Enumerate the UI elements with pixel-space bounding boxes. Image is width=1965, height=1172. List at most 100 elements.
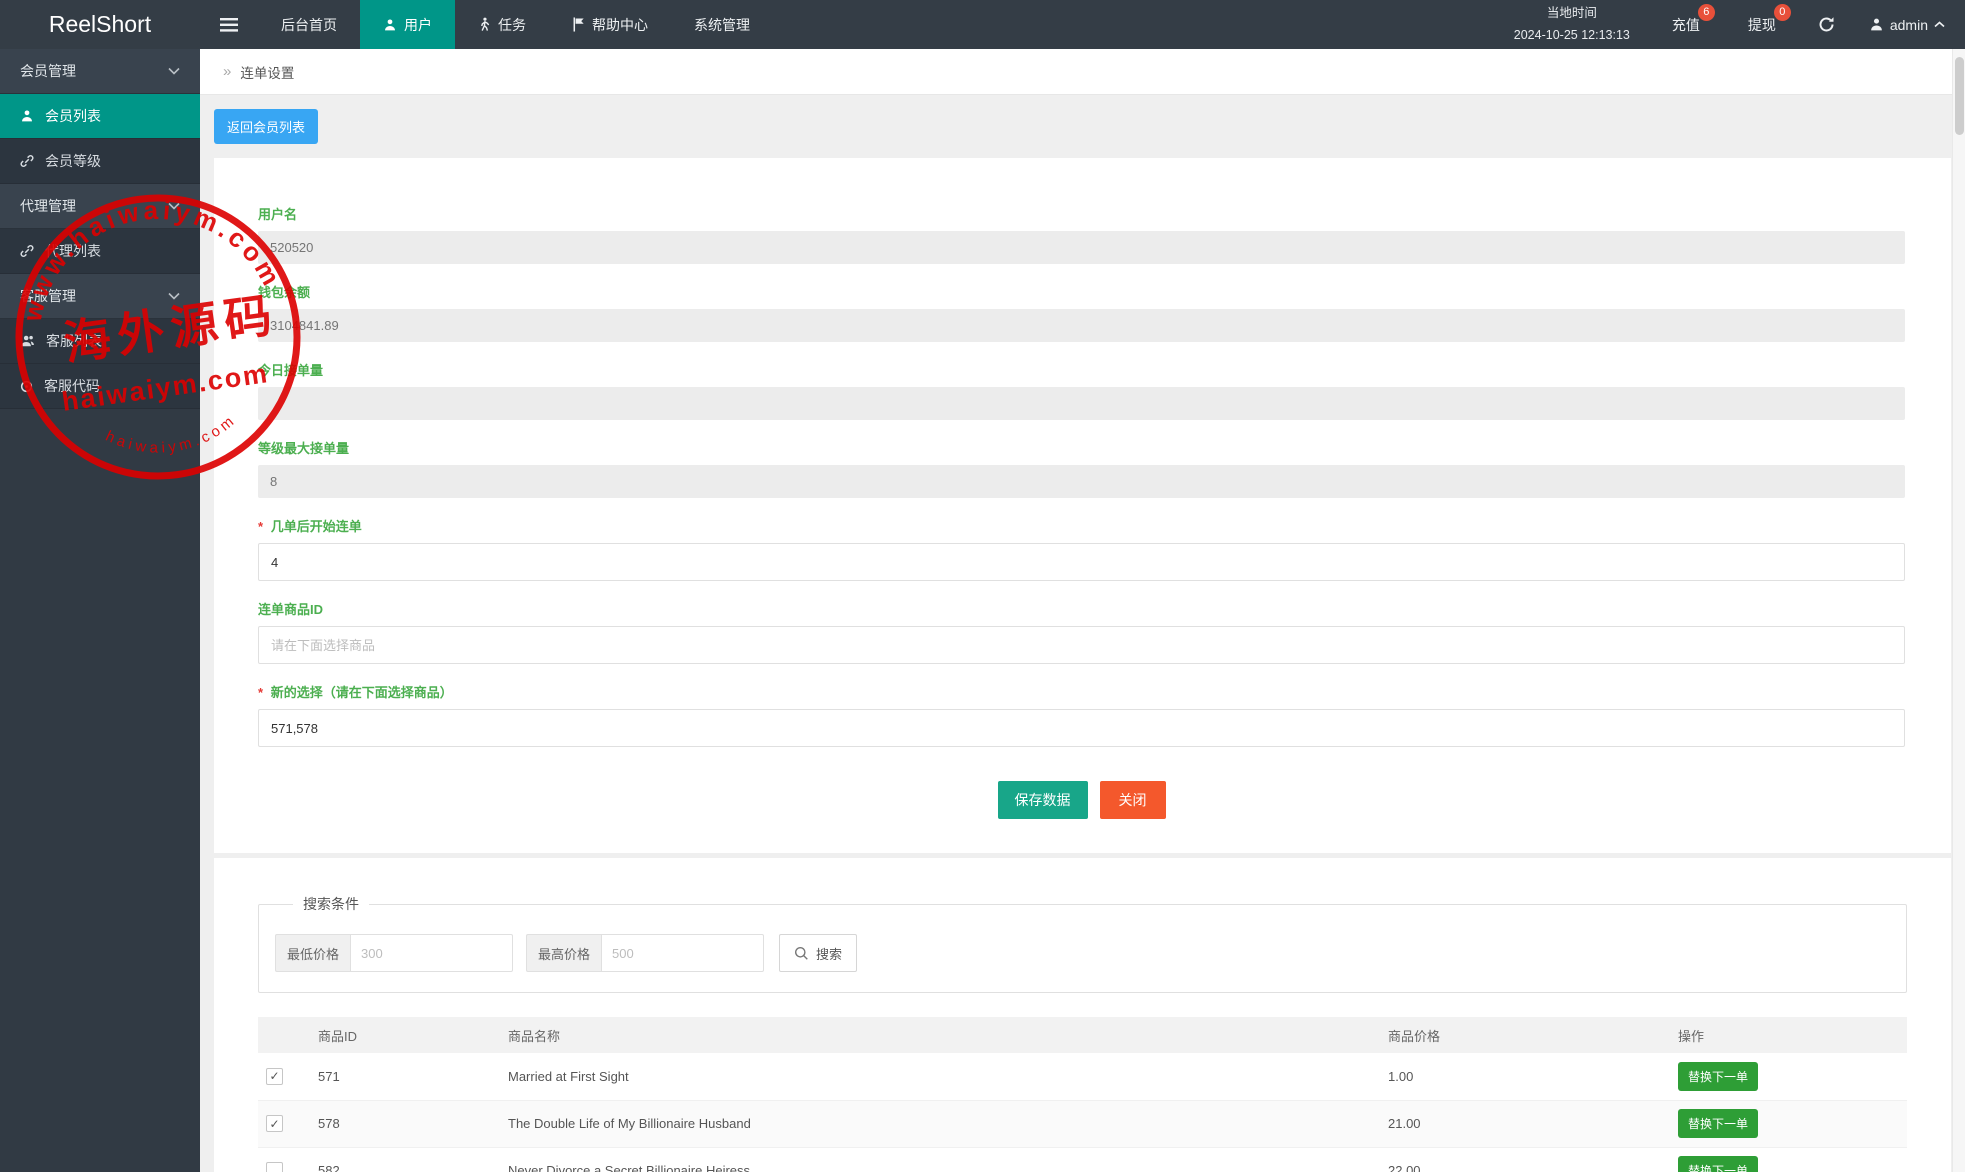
users-icon [20, 334, 35, 348]
page-title: 连单设置 [240, 62, 294, 82]
field-label: 用户名 [258, 207, 297, 222]
form-field: * 今日接单量 [258, 360, 1905, 420]
sidebar-item[interactable]: 客服代码 [0, 364, 200, 409]
replace-next-order-button[interactable]: 替换下一单 [1678, 1062, 1758, 1091]
required-asterisk: * [258, 685, 263, 700]
replace-next-order-button[interactable]: 替换下一单 [1678, 1156, 1758, 1172]
min-price-group: 最低价格 [275, 934, 513, 972]
sidebar-toggle-button[interactable] [200, 0, 258, 49]
goods-table: 商品ID 商品名称 商品价格 操作 571 Married at First S… [258, 1017, 1907, 1172]
form-field: * 等级最大接单量 [258, 438, 1905, 498]
goods-price-header: 商品价格 [1388, 1017, 1678, 1053]
goods-list-panel: 搜索条件 最低价格 最高价格 搜索 [214, 858, 1951, 1172]
form-fields: * 用户名 * 钱包余额 * 今日接单量 * 等级最大接单量 * 几单后开始连单 [258, 204, 1905, 747]
row-checkbox[interactable] [266, 1115, 283, 1132]
goods-price-cell: 21.00 [1388, 1100, 1678, 1147]
chevron-down-icon [168, 67, 180, 75]
goods-table-row: 578 The Double Life of My Billionaire Hu… [258, 1100, 1907, 1147]
close-button[interactable]: 关闭 [1100, 781, 1166, 819]
goods-table-row: 571 Married at First Sight 1.00 替换下一单 [258, 1053, 1907, 1100]
refresh-button[interactable] [1800, 0, 1853, 49]
goods-table-row: 582 Never Divorce a Secret Billionaire H… [258, 1147, 1907, 1172]
search-fieldset: 搜索条件 最低价格 最高价格 搜索 [258, 894, 1907, 993]
withdraw-label: 提现 [1748, 15, 1776, 35]
field-input [258, 231, 1905, 264]
action-header: 操作 [1678, 1017, 1907, 1053]
min-price-label: 最低价格 [275, 934, 350, 972]
min-price-input[interactable] [350, 934, 513, 972]
local-time-label: 当地时间 [1547, 3, 1597, 24]
max-price-label: 最高价格 [526, 934, 601, 972]
field-input [258, 465, 1905, 498]
nav-item-tasks[interactable]: 任务 [455, 0, 549, 49]
user-name: admin [1890, 17, 1928, 33]
field-input [258, 387, 1905, 420]
local-time-value: 2024-10-25 12:13:13 [1514, 25, 1630, 46]
replace-next-order-button[interactable]: 替换下一单 [1678, 1109, 1758, 1138]
field-label: 几单后开始连单 [271, 519, 362, 534]
goods-id-cell: 571 [318, 1053, 508, 1100]
form-field: * 钱包余额 [258, 282, 1905, 342]
sidebar-item[interactable]: 代理列表 [0, 229, 200, 274]
app-logo: ReelShort [0, 0, 200, 49]
sidebar-section-header[interactable]: 代理管理 [0, 184, 200, 229]
sidebar-section-header[interactable]: 会员管理 [0, 49, 200, 94]
goods-name-cell: The Double Life of My Billionaire Husban… [508, 1100, 1388, 1147]
form-actions: 保存数据 关闭 [258, 781, 1905, 819]
scrollbar-thumb[interactable] [1955, 57, 1964, 135]
content: 返回会员列表 * 用户名 * 钱包余额 * 今日接单量 * 等级最大接单量 [200, 95, 1965, 1172]
row-checkbox[interactable] [266, 1162, 283, 1172]
goods-name-cell: Married at First Sight [508, 1053, 1388, 1100]
form-field: * 用户名 [258, 204, 1905, 264]
goods-name-cell: Never Divorce a Secret Billionaire Heire… [508, 1147, 1388, 1172]
nav-item-system[interactable]: 系统管理 [671, 0, 773, 49]
search-legend: 搜索条件 [293, 894, 369, 914]
chevron-down-icon [168, 202, 180, 210]
user-menu[interactable]: admin [1853, 0, 1965, 49]
main-menu: 后台首页 用户 任务 帮助中心 系统管理 [258, 0, 773, 49]
nav-item-dashboard[interactable]: 后台首页 [258, 0, 360, 49]
table-header-row: 商品ID 商品名称 商品价格 操作 [258, 1017, 1907, 1053]
flag-icon [572, 17, 585, 32]
goods-price-cell: 1.00 [1388, 1053, 1678, 1100]
field-input[interactable] [258, 626, 1905, 664]
save-button[interactable]: 保存数据 [998, 781, 1088, 819]
sidebar-item[interactable]: 客服列表 [0, 319, 200, 364]
breadcrumb-separator: » [223, 63, 231, 80]
goods-name-header: 商品名称 [508, 1017, 1388, 1053]
recharge-badge: 6 [1698, 4, 1715, 21]
user-icon [20, 109, 34, 123]
hamburger-icon [220, 18, 238, 32]
chain-order-form-panel: * 用户名 * 钱包余额 * 今日接单量 * 等级最大接单量 * 几单后开始连单 [214, 158, 1951, 853]
recharge-label: 充值 [1672, 15, 1700, 35]
nav-item-users[interactable]: 用户 [360, 0, 455, 49]
breadcrumb: » 连单设置 [200, 49, 1965, 95]
max-price-input[interactable] [601, 934, 764, 972]
row-checkbox[interactable] [266, 1068, 283, 1085]
user-icon [383, 18, 397, 32]
link-icon [20, 154, 34, 168]
back-to-member-list-button[interactable]: 返回会员列表 [214, 109, 318, 144]
sidebar-item[interactable]: 会员列表 [0, 94, 200, 139]
vertical-scrollbar[interactable] [1952, 49, 1965, 1172]
search-button[interactable]: 搜索 [779, 934, 857, 972]
withdraw-menu-item[interactable]: 提现 0 [1724, 0, 1800, 49]
goods-id-cell: 582 [318, 1147, 508, 1172]
field-label: 等级最大接单量 [258, 441, 349, 456]
recharge-menu-item[interactable]: 充值 6 [1648, 0, 1724, 49]
sidebar-item[interactable]: 会员等级 [0, 139, 200, 184]
search-icon [794, 946, 809, 961]
search-button-label: 搜索 [816, 944, 842, 963]
field-label: 钱包余额 [258, 285, 310, 300]
checkbox-column-header [258, 1017, 318, 1053]
nav-item-help-center[interactable]: 帮助中心 [549, 0, 671, 49]
field-input[interactable] [258, 709, 1905, 747]
goods-id-header: 商品ID [318, 1017, 508, 1053]
sidebar-section-header[interactable]: 客服管理 [0, 274, 200, 319]
form-field: * 新的选择（请在下面选择商品） [258, 682, 1905, 747]
form-field: * 连单商品ID [258, 599, 1905, 664]
field-input[interactable] [258, 543, 1905, 581]
field-label: 新的选择（请在下面选择商品） [271, 685, 453, 700]
user-avatar-icon [1869, 17, 1884, 32]
field-label: 今日接单量 [258, 363, 323, 378]
